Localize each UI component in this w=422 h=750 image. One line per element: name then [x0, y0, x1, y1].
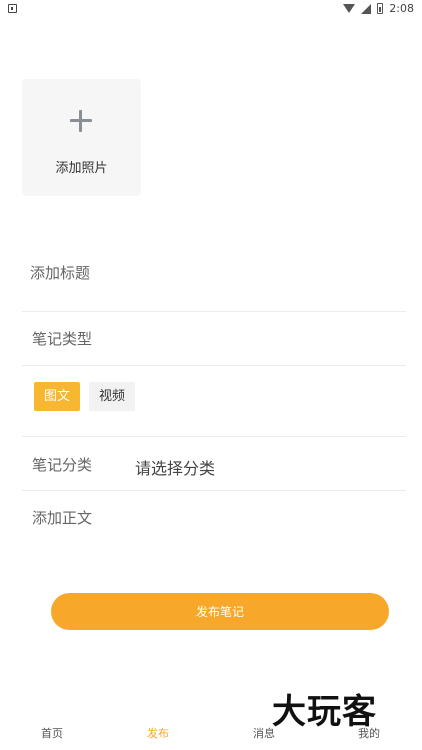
divider — [22, 490, 406, 491]
status-right: 2:08 — [343, 2, 414, 15]
wifi-icon — [343, 4, 356, 13]
note-type-label: 笔记类型 — [32, 330, 93, 348]
type-option-image-text[interactable]: 图文 — [34, 382, 80, 411]
category-select[interactable]: 请选择分类 — [135, 455, 215, 479]
add-photo-button[interactable]: 添加照片 — [22, 79, 141, 196]
watermark-logo: 大玩客 — [272, 692, 377, 732]
add-photo-label: 添加照片 — [55, 161, 108, 176]
body-input[interactable]: 添加正文 — [32, 507, 92, 528]
divider — [22, 365, 406, 366]
status-bar: 2:08 — [0, 0, 422, 20]
category-label: 笔记分类 — [32, 456, 93, 474]
title-input[interactable]: 添加标题 — [30, 262, 90, 283]
battery-icon — [377, 3, 384, 14]
notification-icon — [8, 4, 17, 13]
signal-icon — [361, 3, 372, 14]
nav-home[interactable]: 首页 — [41, 725, 63, 741]
divider — [22, 311, 406, 312]
divider — [22, 436, 406, 437]
status-time: 2:08 — [389, 2, 414, 15]
nav-publish[interactable]: 发布 — [147, 725, 169, 741]
plus-icon — [70, 110, 92, 132]
publish-button[interactable]: 发布笔记 — [51, 593, 389, 630]
type-option-video[interactable]: 视频 — [89, 382, 135, 411]
